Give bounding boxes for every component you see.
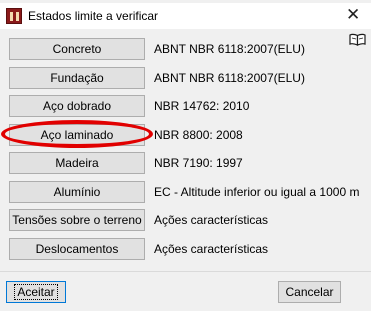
footer-divider: [0, 271, 371, 272]
madeira-standard-label: NBR 7190: 1997: [154, 156, 243, 170]
app-icon: [6, 8, 22, 24]
aco-dobrado-button[interactable]: Aço dobrado: [9, 95, 145, 117]
concreto-standard-label: ABNT NBR 6118:2007(ELU): [154, 42, 305, 56]
book-help-icon[interactable]: [349, 33, 366, 46]
close-icon[interactable]: ✕: [346, 6, 360, 24]
aluminio-button[interactable]: Alumínio: [9, 181, 145, 203]
aluminio-standard-label: EC - Altitude inferior ou igual a 1000 m: [154, 185, 360, 199]
aco-dobrado-standard-label: NBR 14762: 2010: [154, 99, 250, 113]
accept-button[interactable]: Aceitar: [6, 281, 66, 303]
aco-laminado-button[interactable]: Aço laminado: [9, 124, 145, 146]
aco-laminado-standard-label: NBR 8800: 2008: [154, 128, 243, 142]
madeira-button[interactable]: Madeira: [9, 152, 145, 174]
tensoes-terreno-button[interactable]: Tensões sobre o terreno: [9, 209, 145, 231]
fundacao-button[interactable]: Fundação: [9, 67, 145, 89]
title-bar: Estados limite a verificar ✕: [0, 3, 371, 29]
window-title: Estados limite a verificar: [28, 9, 159, 23]
accept-button-label: Aceitar: [14, 284, 58, 300]
fundacao-standard-label: ABNT NBR 6118:2007(ELU): [154, 71, 305, 85]
deslocamentos-standard-label: Ações características: [154, 242, 269, 256]
tensoes-terreno-standard-label: Ações características: [154, 213, 269, 227]
dialog-body: Concreto ABNT NBR 6118:2007(ELU) Fundaçã…: [0, 29, 371, 311]
deslocamentos-button[interactable]: Deslocamentos: [9, 238, 145, 260]
concreto-button[interactable]: Concreto: [9, 38, 145, 60]
cancel-button[interactable]: Cancelar: [278, 281, 341, 303]
